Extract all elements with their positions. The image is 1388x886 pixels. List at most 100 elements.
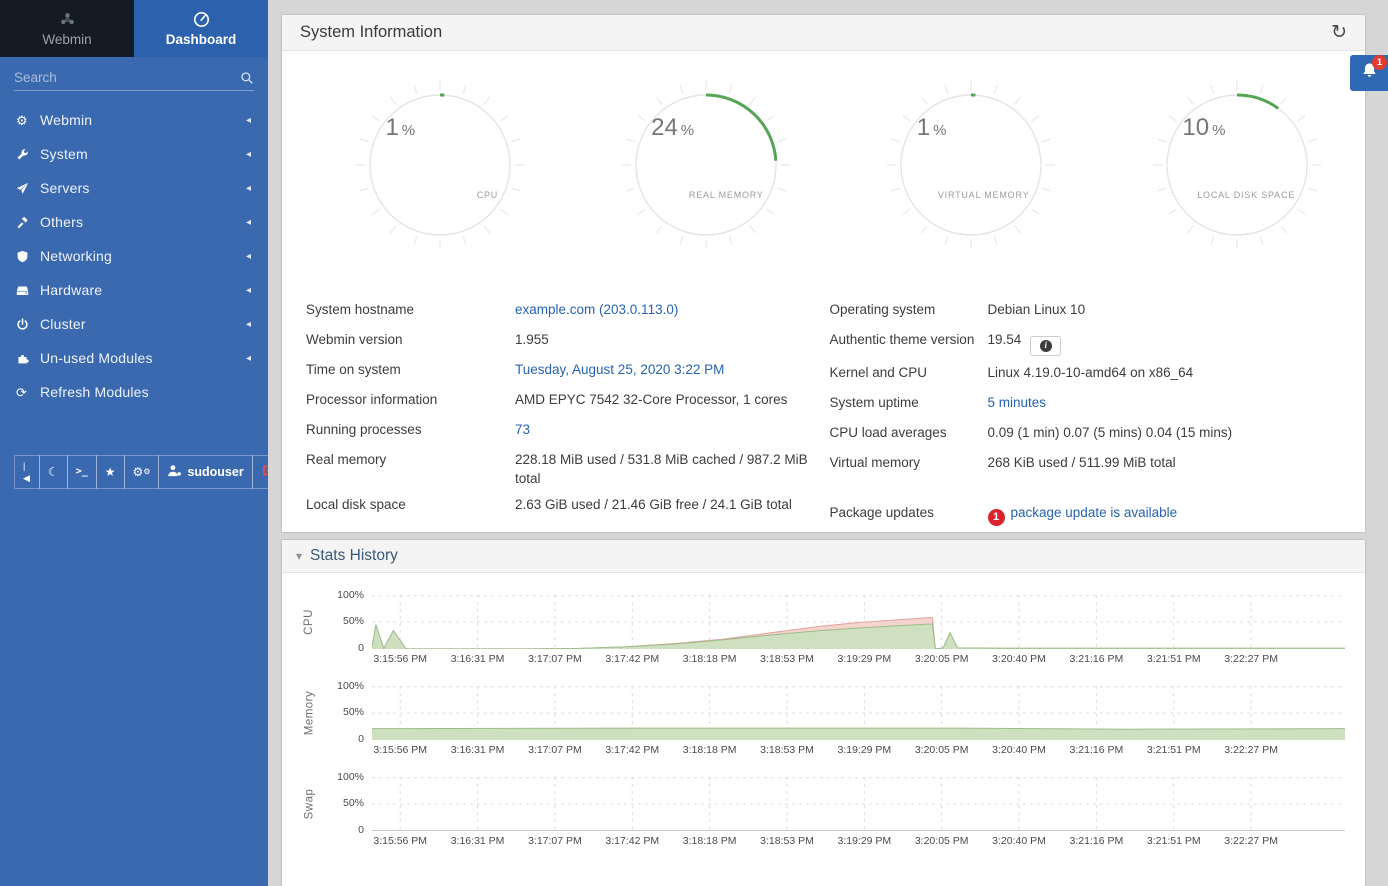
info-value: 1.955 [515,330,818,353]
sidebar-item-cluster[interactable]: Cluster◂ [0,307,268,341]
theme-settings-button[interactable]: ⚙⚙ [124,455,160,489]
chevron-left-icon: ◂ [246,183,251,194]
y-tick-label: 100% [337,589,364,601]
stats-history-panel: ▾ Stats History CPU 100%50%0 3:15:56 PM3… [282,540,1365,886]
dashboard-gauge-icon [193,10,210,28]
info-value: 19.54i [988,330,1342,356]
y-tick-label: 0 [358,642,364,654]
collapse-sidebar-button[interactable]: |◀ [14,455,40,489]
x-tick-label: 3:20:40 PM [992,744,1046,756]
x-tick-label: 3:17:42 PM [605,744,659,756]
row-local-disk-space: Local disk space 2.63 GiB used / 21.46 G… [306,488,818,518]
gears-icon: ⚙⚙ [133,466,151,478]
x-tick-label: 3:18:53 PM [760,835,814,847]
night-mode-button[interactable]: ☾ [39,455,68,489]
sidebar-item-refresh-modules[interactable]: ⟳Refresh Modules [0,375,268,409]
x-tick-label: 3:15:56 PM [373,653,427,665]
info-value: Linux 4.19.0-10-amd64 on x86_64 [988,363,1342,386]
notification-count-badge: 1 [1372,55,1387,70]
row-authentic-theme-version: Authentic theme version 19.54i [830,323,1342,356]
info-label: Kernel and CPU [830,363,988,386]
webmin-logo-icon [59,10,76,28]
terminal-icon: >_ [76,466,88,478]
x-tick-label: 3:15:56 PM [373,744,427,756]
x-tick-label: 3:15:56 PM [373,835,427,847]
x-tick-label: 3:22:27 PM [1224,744,1278,756]
row-running-processes: Running processes 73 [306,413,818,443]
chevron-left-icon: ◂ [246,285,251,296]
chevron-left-icon: ◂ [246,353,251,364]
x-tick-label: 3:18:53 PM [760,744,814,756]
x-tick-label: 3:18:53 PM [760,653,814,665]
info-value: 228.18 MiB used / 531.8 MiB cached / 987… [515,450,818,488]
x-tick-label: 3:20:40 PM [992,835,1046,847]
info-label: Time on system [306,360,515,383]
search-input[interactable] [14,70,240,85]
sidebar-item-servers[interactable]: Servers◂ [0,171,268,205]
theme-info-button[interactable]: i [1030,336,1061,356]
power-icon [16,318,40,331]
sidebar-tabs: Webmin Dashboard [0,0,268,57]
chevron-left-icon: ◂ [246,251,251,262]
collapse-sidebar-icon: |◀ [23,460,31,484]
sidebar-item-hardware[interactable]: Hardware◂ [0,273,268,307]
puzzle-icon [16,352,40,365]
sidebar-item-webmin[interactable]: ⚙Webmin◂ [0,103,268,137]
user-icon [167,464,182,480]
x-tick-label: 3:20:05 PM [915,744,969,756]
system-uptime-link[interactable]: 5 minutes [988,395,1047,410]
chevron-left-icon: ◂ [246,217,251,228]
swap-axis-label: Swap [303,788,315,819]
sidebar-item-networking[interactable]: Networking◂ [0,239,268,273]
y-tick-label: 0 [358,733,364,745]
hostname-link[interactable]: example.com (203.0.113.0) [515,302,678,317]
running-processes-link[interactable]: 73 [515,422,530,437]
memory-axis-label: Memory [303,690,315,735]
favorites-button[interactable]: ★ [96,455,125,489]
info-label: Operating system [830,300,988,323]
row-system-hostname: System hostname example.com (203.0.113.0… [306,293,818,323]
x-tick-label: 3:19:29 PM [837,835,891,847]
search-icon [240,71,254,85]
user-menu-button[interactable]: sudouser [158,455,252,489]
sidebar-quick-actions: |◀ ☾ >_ ★ ⚙⚙ sudouser [14,455,254,489]
gauge-virtual-memory-value: 1% [917,114,947,142]
row-cpu-load-averages: CPU load averages 0.09 (1 min) 0.07 (5 m… [830,416,1342,446]
x-tick-label: 3:17:42 PM [605,835,659,847]
y-tick-label: 0 [358,824,364,836]
chevron-left-icon: ◂ [246,319,251,330]
x-tick-label: 3:20:40 PM [992,653,1046,665]
info-label: Processor information [306,390,515,413]
main-content: System Information ↻ 1% CPU 24% REAL MEM… [268,0,1388,886]
sidebar-item-others[interactable]: Others◂ [0,205,268,239]
sidebar-item-system[interactable]: System◂ [0,137,268,171]
x-tick-label: 3:18:18 PM [683,653,737,665]
tab-dashboard[interactable]: Dashboard [134,0,268,57]
sidebar-item-label: Cluster [40,316,246,332]
page-title: System Information [300,23,1331,42]
sidebar-item-label: Hardware [40,282,246,298]
row-package-updates: Package updates 1package update is avail… [830,496,1342,526]
row-real-memory: Real memory 228.18 MiB used / 531.8 MiB … [306,443,818,488]
x-tick-label: 3:22:27 PM [1224,653,1278,665]
x-tick-label: 3:20:05 PM [915,653,969,665]
chevron-down-icon: ▾ [296,549,302,563]
package-updates-link[interactable]: package update is available [1011,505,1178,520]
row-time-on-system: Time on system Tuesday, August 25, 2020 … [306,353,818,383]
stats-history-header[interactable]: ▾ Stats History [282,540,1365,573]
info-label: Real memory [306,450,515,488]
y-tick-label: 100% [337,771,364,783]
cpu-axis-label: CPU [303,609,315,635]
refresh-icon: ⟳ [16,386,40,399]
gauge-local-disk-space: 10% LOCAL DISK SPACE [1149,77,1325,253]
stats-history-title: Stats History [310,547,398,565]
time-on-system-link[interactable]: Tuesday, August 25, 2020 3:22 PM [515,362,724,377]
notifications-button[interactable]: 1 [1350,55,1388,91]
moon-icon: ☾ [48,466,59,478]
tab-webmin[interactable]: Webmin [0,0,134,57]
terminal-button[interactable]: >_ [67,455,97,489]
refresh-icon[interactable]: ↻ [1331,23,1347,42]
info-label: System hostname [306,300,515,323]
sidebar-item-un-used-modules[interactable]: Un-used Modules◂ [0,341,268,375]
row-webmin-version: Webmin version 1.955 [306,323,818,353]
